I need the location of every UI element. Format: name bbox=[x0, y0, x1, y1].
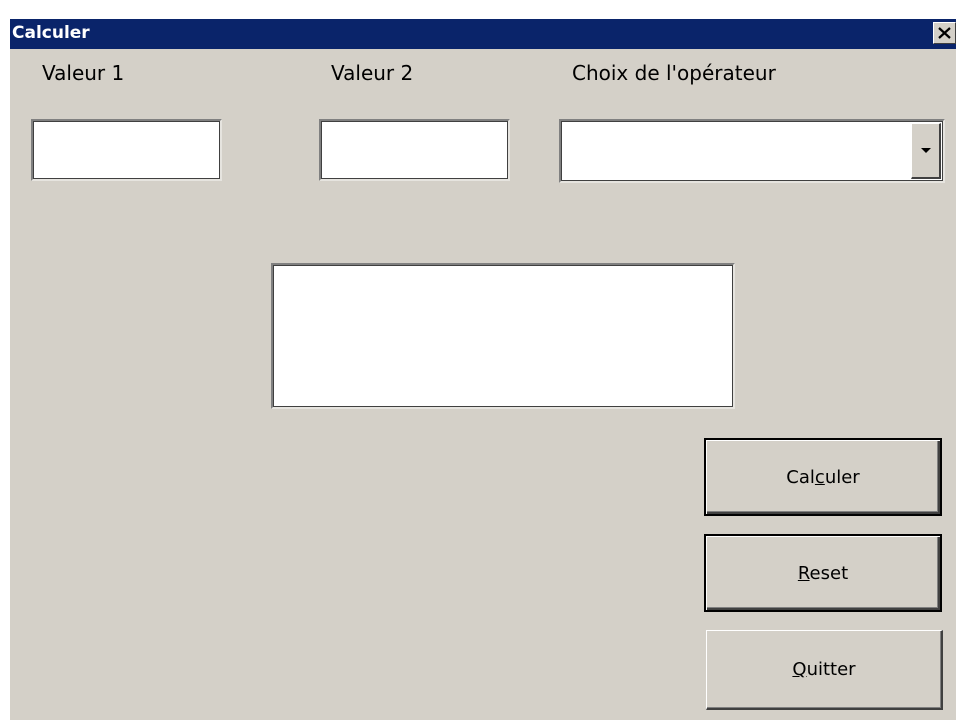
window-title: Calculer bbox=[12, 23, 90, 43]
reset-button[interactable]: Reset bbox=[704, 534, 942, 612]
title-bar[interactable]: Calculer bbox=[10, 19, 956, 49]
label-valeur-2: Valeur 2 bbox=[331, 61, 414, 85]
calculer-dialog: Calculer Valeur 1 Valeur 2 Choix de l'op… bbox=[9, 18, 956, 720]
result-field[interactable] bbox=[271, 263, 735, 409]
value2-field[interactable] bbox=[319, 119, 510, 181]
calculate-button[interactable]: Calculer bbox=[704, 438, 942, 516]
reset-button-label: Reset bbox=[797, 562, 849, 584]
quit-button[interactable]: Quitter bbox=[706, 630, 943, 710]
close-button[interactable] bbox=[933, 22, 956, 44]
operator-dropdown-button[interactable] bbox=[911, 123, 941, 179]
close-icon bbox=[938, 27, 951, 39]
operator-combobox[interactable] bbox=[559, 119, 945, 183]
label-choix-operateur: Choix de l'opérateur bbox=[572, 61, 776, 85]
result-textarea[interactable] bbox=[275, 267, 731, 405]
operator-input[interactable] bbox=[563, 123, 941, 179]
quit-button-label: Quitter bbox=[792, 659, 856, 680]
calculate-button-label: Calculer bbox=[786, 466, 860, 488]
value2-input[interactable] bbox=[323, 123, 506, 177]
chevron-down-icon bbox=[920, 147, 931, 153]
value1-field[interactable] bbox=[31, 119, 222, 181]
value1-input[interactable] bbox=[35, 123, 218, 177]
label-valeur-1: Valeur 1 bbox=[42, 61, 125, 85]
